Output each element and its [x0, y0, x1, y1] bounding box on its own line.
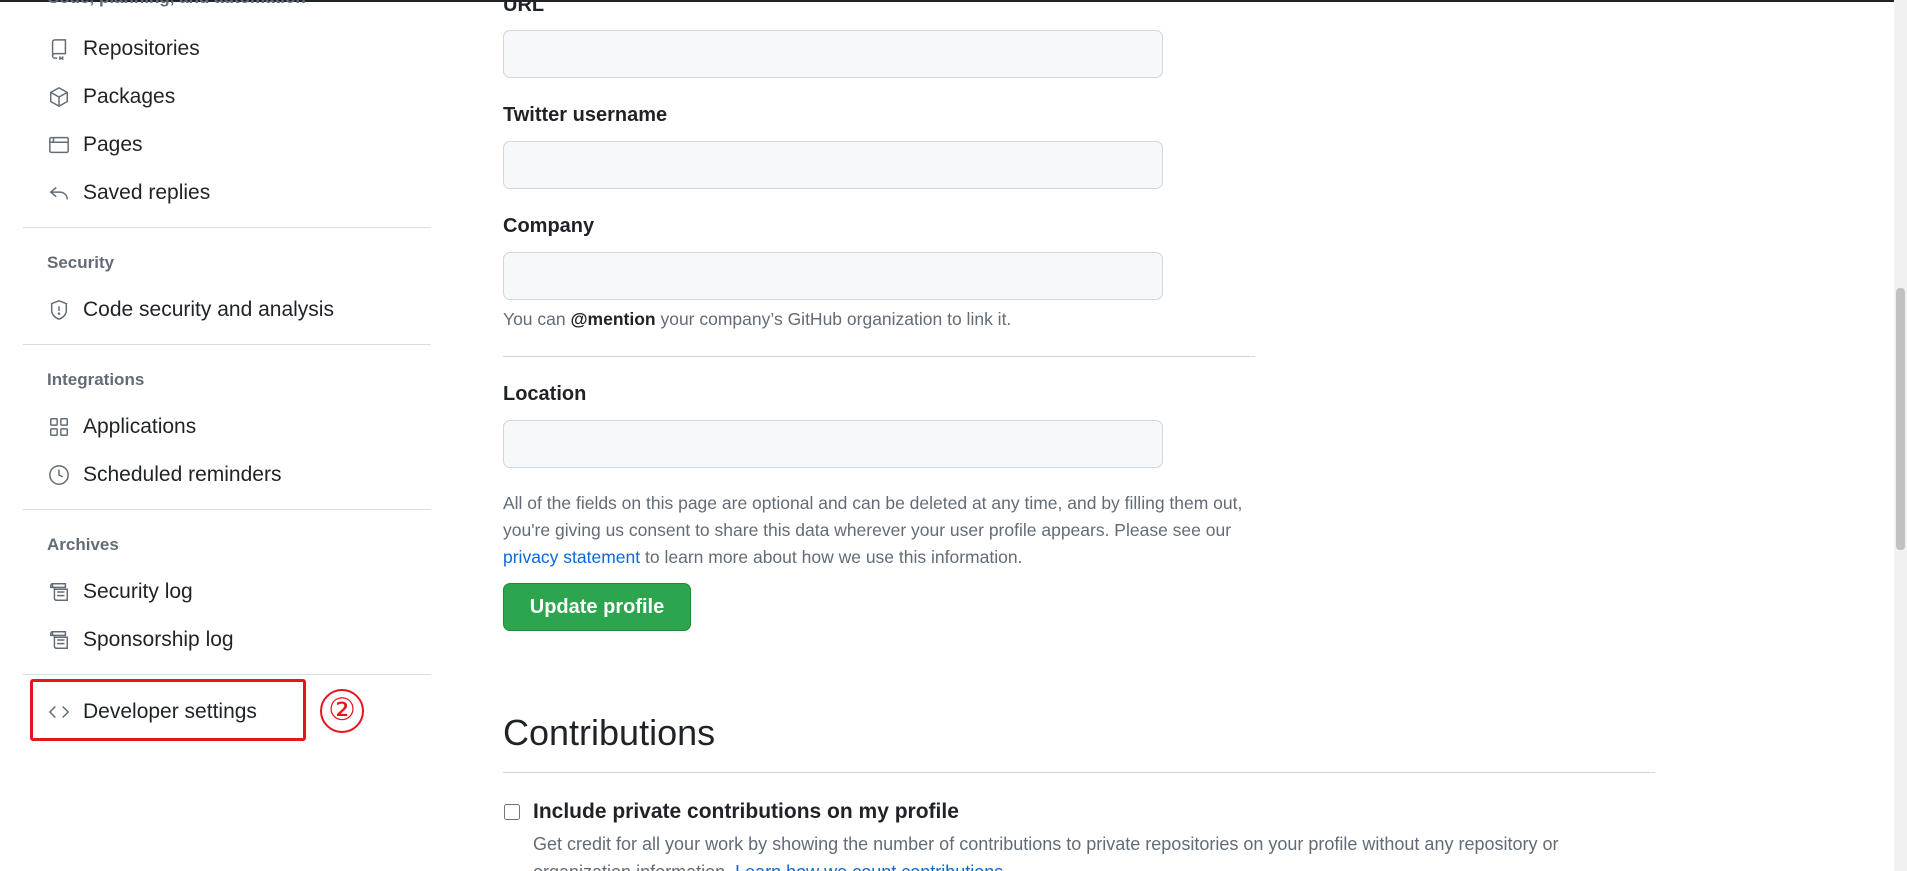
sidebar-item-sponsorship-log[interactable]: Sponsorship log — [23, 620, 431, 660]
sidebar-item-code-security[interactable]: Code security and analysis — [23, 290, 431, 330]
private-contributions-label[interactable]: Include private contributions on my prof… — [533, 800, 959, 824]
form-divider — [503, 356, 1255, 357]
location-input[interactable] — [503, 420, 1163, 468]
log-icon — [47, 628, 71, 652]
sidebar-divider — [23, 509, 431, 510]
sidebar-item-packages[interactable]: Packages — [23, 77, 431, 117]
sidebar-divider — [23, 674, 431, 675]
clock-icon — [47, 463, 71, 487]
privacy-note-suffix: to learn more about how we use this info… — [640, 547, 1023, 567]
sidebar-heading-security: Security — [47, 253, 115, 272]
browser-icon — [47, 133, 71, 157]
sidebar-divider — [23, 227, 431, 228]
sidebar-divider — [23, 344, 431, 345]
twitter-username-label: Twitter username — [503, 104, 668, 126]
company-help-text: You can @mention your company’s GitHub o… — [503, 306, 1011, 333]
private-contributions-checkbox[interactable] — [504, 804, 520, 820]
learn-contributions-link[interactable]: Learn how we count contributions. — [735, 862, 1008, 871]
company-label: Company — [503, 215, 595, 237]
privacy-statement-link[interactable]: privacy statement — [503, 547, 640, 567]
sidebar-item-label: Code security and analysis — [83, 298, 334, 321]
package-icon — [47, 85, 71, 109]
sidebar-item-security-log[interactable]: Security log — [23, 572, 431, 612]
privacy-note: All of the fields on this page are optio… — [503, 490, 1263, 571]
repo-icon — [47, 37, 71, 61]
reply-icon — [47, 181, 71, 205]
sidebar-item-repositories[interactable]: Repositories — [23, 29, 431, 69]
sidebar-item-label: Saved replies — [83, 181, 211, 204]
contributions-heading: Contributions — [503, 712, 716, 753]
twitter-username-input[interactable] — [503, 141, 1163, 189]
sidebar-item-saved-replies[interactable]: Saved replies — [23, 173, 431, 213]
contributions-help-prefix: Get credit for all your work by showing … — [533, 834, 1559, 871]
update-profile-button[interactable]: Update profile — [503, 583, 691, 631]
apps-icon — [47, 415, 71, 439]
sidebar-item-label: Packages — [83, 85, 176, 108]
sidebar-item-label: Sponsorship log — [83, 628, 234, 651]
sidebar-item-label: Repositories — [83, 37, 200, 60]
sidebar-item-label: Scheduled reminders — [83, 463, 282, 486]
annotation-step-marker: ② — [320, 689, 364, 733]
sidebar-item-label: Pages — [83, 133, 143, 156]
company-input[interactable] — [503, 252, 1163, 300]
section-divider — [503, 772, 1655, 773]
sidebar-heading-integrations: Integrations — [47, 370, 145, 389]
annotation-highlight-box — [30, 679, 306, 741]
url-label: URL — [503, 0, 545, 16]
settings-page: Code, planning, and automation Repositor… — [0, 0, 1907, 871]
mention-text: @mention — [570, 309, 656, 329]
sidebar-item-label: Applications — [83, 415, 197, 438]
sidebar-heading-archives: Archives — [47, 535, 119, 554]
log-icon — [47, 580, 71, 604]
url-input[interactable] — [503, 30, 1163, 78]
privacy-note-prefix: All of the fields on this page are optio… — [503, 493, 1243, 540]
company-help-prefix: You can — [503, 309, 571, 329]
sidebar-item-pages[interactable]: Pages — [23, 125, 431, 165]
sidebar-item-label: Security log — [83, 580, 193, 603]
sidebar-item-applications[interactable]: Applications — [23, 407, 431, 447]
private-contributions-help: Get credit for all your work by showing … — [533, 830, 1613, 871]
shield-icon — [47, 298, 71, 322]
company-help-suffix: your company’s GitHub organization to li… — [655, 309, 1012, 329]
sidebar-heading-code-planning: Code, planning, and automation — [47, 0, 306, 8]
sidebar-item-scheduled-reminders[interactable]: Scheduled reminders — [23, 455, 431, 495]
scrollbar-thumb[interactable] — [1896, 288, 1905, 550]
page-scrollbar[interactable] — [1894, 0, 1907, 871]
location-label: Location — [503, 383, 587, 405]
